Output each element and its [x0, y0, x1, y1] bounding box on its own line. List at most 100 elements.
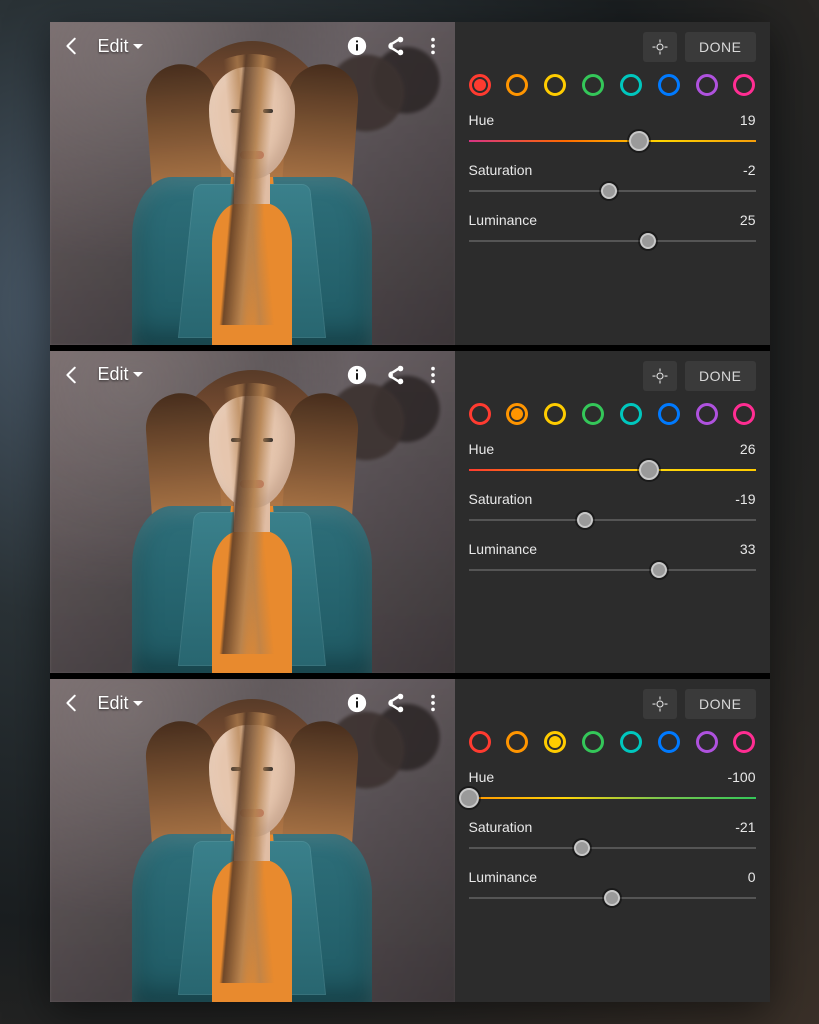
swatch-magenta[interactable]	[733, 731, 755, 753]
more-icon[interactable]	[421, 691, 445, 715]
done-button[interactable]: DONE	[685, 32, 755, 62]
info-icon[interactable]	[345, 363, 369, 387]
slider-label: Hue	[469, 112, 495, 128]
slider-track[interactable]	[469, 841, 756, 855]
slider-saturation: Saturation-19	[469, 491, 756, 527]
done-button[interactable]: DONE	[685, 361, 755, 391]
photo-topbar: Edit	[50, 351, 455, 399]
swatch-green[interactable]	[582, 74, 604, 96]
slider-track[interactable]	[469, 563, 756, 577]
slider-thumb[interactable]	[629, 131, 649, 151]
swatch-purple[interactable]	[696, 74, 718, 96]
slider-hue: Hue19	[469, 112, 756, 148]
color-mix-controls: DONE Hue19 Saturation-2 Luminance25	[455, 22, 770, 345]
caret-down-icon	[133, 701, 143, 706]
color-swatches	[469, 731, 756, 753]
swatch-yellow[interactable]	[544, 74, 566, 96]
slider-hue: Hue-100	[469, 769, 756, 805]
more-icon[interactable]	[421, 363, 445, 387]
swatch-green[interactable]	[582, 731, 604, 753]
slider-value: 0	[748, 869, 756, 885]
slider-value: 25	[740, 212, 756, 228]
back-icon[interactable]	[60, 363, 84, 387]
back-icon[interactable]	[60, 34, 84, 58]
back-icon[interactable]	[60, 691, 84, 715]
share-icon[interactable]	[383, 34, 407, 58]
swatch-blue[interactable]	[658, 74, 680, 96]
slider-thumb[interactable]	[459, 788, 479, 808]
swatch-aqua[interactable]	[620, 403, 642, 425]
edit-menu[interactable]: Edit	[98, 364, 143, 385]
slider-saturation: Saturation-2	[469, 162, 756, 198]
edit-menu[interactable]: Edit	[98, 693, 143, 714]
color-mix-controls: DONEHue-100Saturation-21Luminance0	[455, 679, 770, 1002]
slider-thumb[interactable]	[604, 890, 620, 906]
slider-value: -21	[735, 819, 755, 835]
photo-topbar: Edit	[50, 22, 455, 70]
swatch-red[interactable]	[469, 403, 491, 425]
slider-track[interactable]	[469, 134, 756, 148]
edit-label: Edit	[98, 36, 129, 57]
color-swatches	[469, 74, 756, 96]
swatch-aqua[interactable]	[620, 731, 642, 753]
edit-label: Edit	[98, 693, 129, 714]
info-icon[interactable]	[345, 691, 369, 715]
target-adjust-button[interactable]	[643, 32, 677, 62]
slider-thumb[interactable]	[640, 233, 656, 249]
more-icon[interactable]	[421, 34, 445, 58]
slider-track[interactable]	[469, 891, 756, 905]
swatch-blue[interactable]	[658, 403, 680, 425]
target-adjust-button[interactable]	[643, 361, 677, 391]
target-adjust-button[interactable]	[643, 689, 677, 719]
done-button[interactable]: DONE	[685, 689, 755, 719]
photo-topbar: Edit	[50, 679, 455, 727]
slider-label: Luminance	[469, 541, 538, 557]
edit-panel: Edit DONE Hue 26 Saturation-19 Luminance 33	[50, 351, 770, 674]
swatch-red[interactable]	[469, 731, 491, 753]
slider-value: -2	[743, 162, 755, 178]
slider-value: 26	[740, 441, 756, 457]
edit-panel: Edit DONE Hue19 Saturation-2 Luminance25	[50, 22, 770, 345]
share-icon[interactable]	[383, 691, 407, 715]
swatch-orange[interactable]	[506, 403, 528, 425]
slider-value: 33	[740, 541, 756, 557]
info-icon[interactable]	[345, 34, 369, 58]
slider-track[interactable]	[469, 234, 756, 248]
swatch-magenta[interactable]	[733, 403, 755, 425]
slider-track[interactable]	[469, 184, 756, 198]
slider-hue: Hue 26	[469, 441, 756, 477]
swatch-purple[interactable]	[696, 403, 718, 425]
slider-thumb[interactable]	[577, 512, 593, 528]
photo-preview[interactable]: Edit	[50, 22, 455, 345]
slider-thumb[interactable]	[601, 183, 617, 199]
swatch-red[interactable]	[469, 74, 491, 96]
caret-down-icon	[133, 44, 143, 49]
slider-track[interactable]	[469, 463, 756, 477]
photo-preview[interactable]: Edit	[50, 351, 455, 674]
swatch-aqua[interactable]	[620, 74, 642, 96]
swatch-green[interactable]	[582, 403, 604, 425]
color-mix-controls: DONE Hue 26 Saturation-19 Luminance 33	[455, 351, 770, 674]
slider-label: Hue	[469, 441, 495, 457]
slider-luminance: Luminance25	[469, 212, 756, 248]
slider-track[interactable]	[469, 791, 756, 805]
swatch-blue[interactable]	[658, 731, 680, 753]
share-icon[interactable]	[383, 363, 407, 387]
color-swatches	[469, 403, 756, 425]
edit-label: Edit	[98, 364, 129, 385]
slider-saturation: Saturation-21	[469, 819, 756, 855]
slider-thumb[interactable]	[574, 840, 590, 856]
swatch-magenta[interactable]	[733, 74, 755, 96]
photo-preview[interactable]: Edit	[50, 679, 455, 1002]
swatch-yellow[interactable]	[544, 403, 566, 425]
slider-track[interactable]	[469, 513, 756, 527]
slider-thumb[interactable]	[639, 460, 659, 480]
swatch-orange[interactable]	[506, 731, 528, 753]
swatch-purple[interactable]	[696, 731, 718, 753]
edit-menu[interactable]: Edit	[98, 36, 143, 57]
slider-thumb[interactable]	[651, 562, 667, 578]
swatch-yellow[interactable]	[544, 731, 566, 753]
swatch-orange[interactable]	[506, 74, 528, 96]
slider-label: Hue	[469, 769, 495, 785]
edit-panel: EditDONEHue-100Saturation-21Luminance0	[50, 679, 770, 1002]
